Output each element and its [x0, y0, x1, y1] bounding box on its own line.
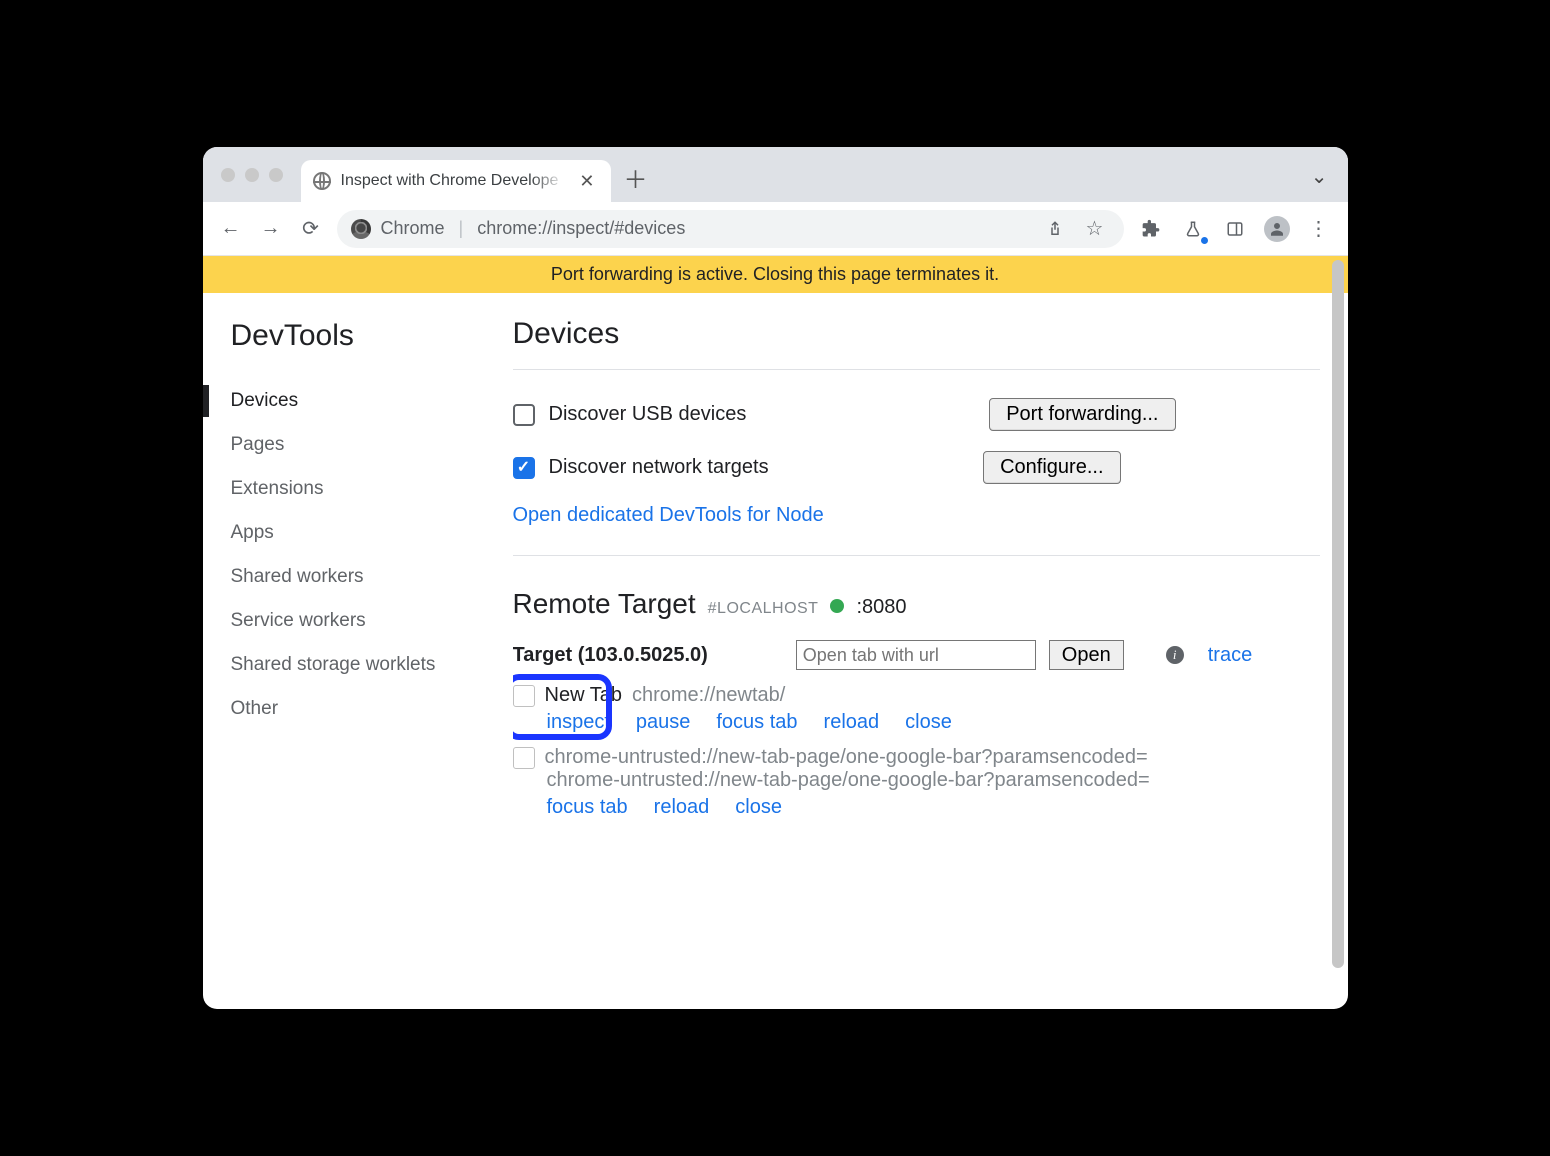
- discover-network-checkbox[interactable]: [513, 457, 535, 479]
- sidebar-item-extensions[interactable]: Extensions: [231, 467, 513, 511]
- action-focus-tab[interactable]: focus tab: [547, 796, 628, 819]
- close-tab-icon[interactable]: ✕: [575, 171, 598, 192]
- open-tab-url-input[interactable]: [796, 640, 1036, 670]
- action-close[interactable]: close: [735, 796, 782, 819]
- chrome-icon: [351, 219, 371, 239]
- url-divider: |: [455, 218, 468, 239]
- remote-title: Remote Target: [513, 588, 696, 620]
- forward-button[interactable]: →: [257, 215, 285, 243]
- sidebar-item-other[interactable]: Other: [231, 687, 513, 731]
- port-forwarding-button[interactable]: Port forwarding...: [989, 398, 1175, 431]
- scrollbar[interactable]: [1332, 260, 1344, 968]
- action-reload[interactable]: reload: [654, 796, 710, 819]
- discover-net-row: Discover network targets Configure...: [513, 441, 1320, 494]
- side-panel-icon[interactable]: [1220, 214, 1250, 244]
- kebab-menu-icon[interactable]: ⋮: [1304, 214, 1334, 244]
- entry-checkbox[interactable]: [513, 685, 535, 707]
- main-panel: Devices Discover USB devices Port forwar…: [513, 293, 1348, 1009]
- sidebar-item-devices[interactable]: Devices: [231, 379, 513, 423]
- configure-button[interactable]: Configure...: [983, 451, 1120, 484]
- globe-icon: [313, 172, 331, 190]
- close-window-icon[interactable]: [221, 168, 235, 182]
- toolbar: ← → ⟳ Chrome | chrome://inspect/#devices…: [203, 202, 1348, 256]
- sidebar-item-pages[interactable]: Pages: [231, 423, 513, 467]
- sidebar-item-service-workers[interactable]: Service workers: [231, 599, 513, 643]
- content: DevTools DevicesPagesExtensionsAppsShare…: [203, 293, 1348, 1009]
- profile-avatar[interactable]: [1262, 214, 1292, 244]
- open-button[interactable]: Open: [1049, 640, 1124, 670]
- target-entry: chrome-untrusted://new-tab-page/one-goog…: [513, 742, 1320, 827]
- page: Port forwarding is active. Closing this …: [203, 256, 1348, 1009]
- remote-target-heading: Remote Target #LOCALHOST :8080: [513, 574, 1320, 626]
- discover-section: Discover USB devices Port forwarding... …: [513, 369, 1320, 555]
- minimize-window-icon[interactable]: [245, 168, 259, 182]
- entry-url: chrome-untrusted://new-tab-page/one-goog…: [545, 746, 1148, 769]
- page-heading: Devices: [513, 317, 1320, 351]
- back-button[interactable]: ←: [217, 215, 245, 243]
- action-reload[interactable]: reload: [824, 711, 880, 734]
- entry-checkbox[interactable]: [513, 747, 535, 769]
- share-icon[interactable]: [1040, 214, 1070, 244]
- sidebar-item-shared-workers[interactable]: Shared workers: [231, 555, 513, 599]
- browser-tab[interactable]: Inspect with Chrome Develope ✕: [301, 160, 611, 202]
- status-dot-icon: [830, 599, 844, 613]
- sidebar: DevTools DevicesPagesExtensionsAppsShare…: [203, 293, 513, 1009]
- reload-button[interactable]: ⟳: [297, 215, 325, 243]
- entry-title: New Tab: [545, 684, 622, 707]
- maximize-window-icon[interactable]: [269, 168, 283, 182]
- entry-url-full: chrome-untrusted://new-tab-page/one-goog…: [513, 769, 1320, 792]
- target-label: Target (103.0.5025.0): [513, 644, 708, 667]
- port-forwarding-banner: Port forwarding is active. Closing this …: [203, 256, 1348, 293]
- action-close[interactable]: close: [905, 711, 952, 734]
- browser-window: Inspect with Chrome Develope ✕ ＋ ⌄ ← → ⟳…: [203, 147, 1348, 1009]
- remote-target-section: Remote Target #LOCALHOST :8080 Target (1…: [513, 555, 1320, 845]
- tab-strip: Inspect with Chrome Develope ✕ ＋ ⌄: [203, 147, 1348, 202]
- info-icon[interactable]: i: [1166, 646, 1184, 664]
- url-scheme: Chrome: [381, 218, 445, 239]
- discover-network-label: Discover network targets: [549, 456, 769, 479]
- sidebar-item-shared-storage-worklets[interactable]: Shared storage worklets: [231, 643, 513, 687]
- entry-url: chrome://newtab/: [632, 684, 785, 707]
- discover-usb-label: Discover USB devices: [549, 403, 747, 426]
- action-pause[interactable]: pause: [636, 711, 691, 734]
- remote-port: :8080: [856, 596, 906, 619]
- target-entry: New Tab chrome://newtab/inspect pause focus…: [513, 680, 1320, 742]
- discover-usb-checkbox[interactable]: [513, 404, 535, 426]
- bookmark-star-icon[interactable]: ☆: [1080, 214, 1110, 244]
- url-text: chrome://inspect/#devices: [477, 218, 685, 239]
- new-tab-button[interactable]: ＋: [619, 161, 653, 195]
- target-row: Target (103.0.5025.0) Open i trace: [513, 626, 1320, 680]
- sidebar-title: DevTools: [231, 319, 513, 353]
- labs-icon[interactable]: [1178, 214, 1208, 244]
- trace-link[interactable]: trace: [1208, 644, 1252, 667]
- chevron-down-icon[interactable]: ⌄: [1311, 164, 1338, 189]
- address-bar[interactable]: Chrome | chrome://inspect/#devices ☆: [337, 210, 1124, 248]
- discover-usb-row: Discover USB devices Port forwarding...: [513, 388, 1320, 441]
- window-controls[interactable]: [213, 168, 301, 182]
- node-devtools-link[interactable]: Open dedicated DevTools for Node: [513, 504, 824, 526]
- action-focus-tab[interactable]: focus tab: [716, 711, 797, 734]
- remote-tag: #LOCALHOST: [708, 600, 819, 618]
- tab-title: Inspect with Chrome Develope: [341, 172, 566, 190]
- extensions-icon[interactable]: [1136, 214, 1166, 244]
- sidebar-item-apps[interactable]: Apps: [231, 511, 513, 555]
- action-inspect[interactable]: inspect: [547, 711, 610, 734]
